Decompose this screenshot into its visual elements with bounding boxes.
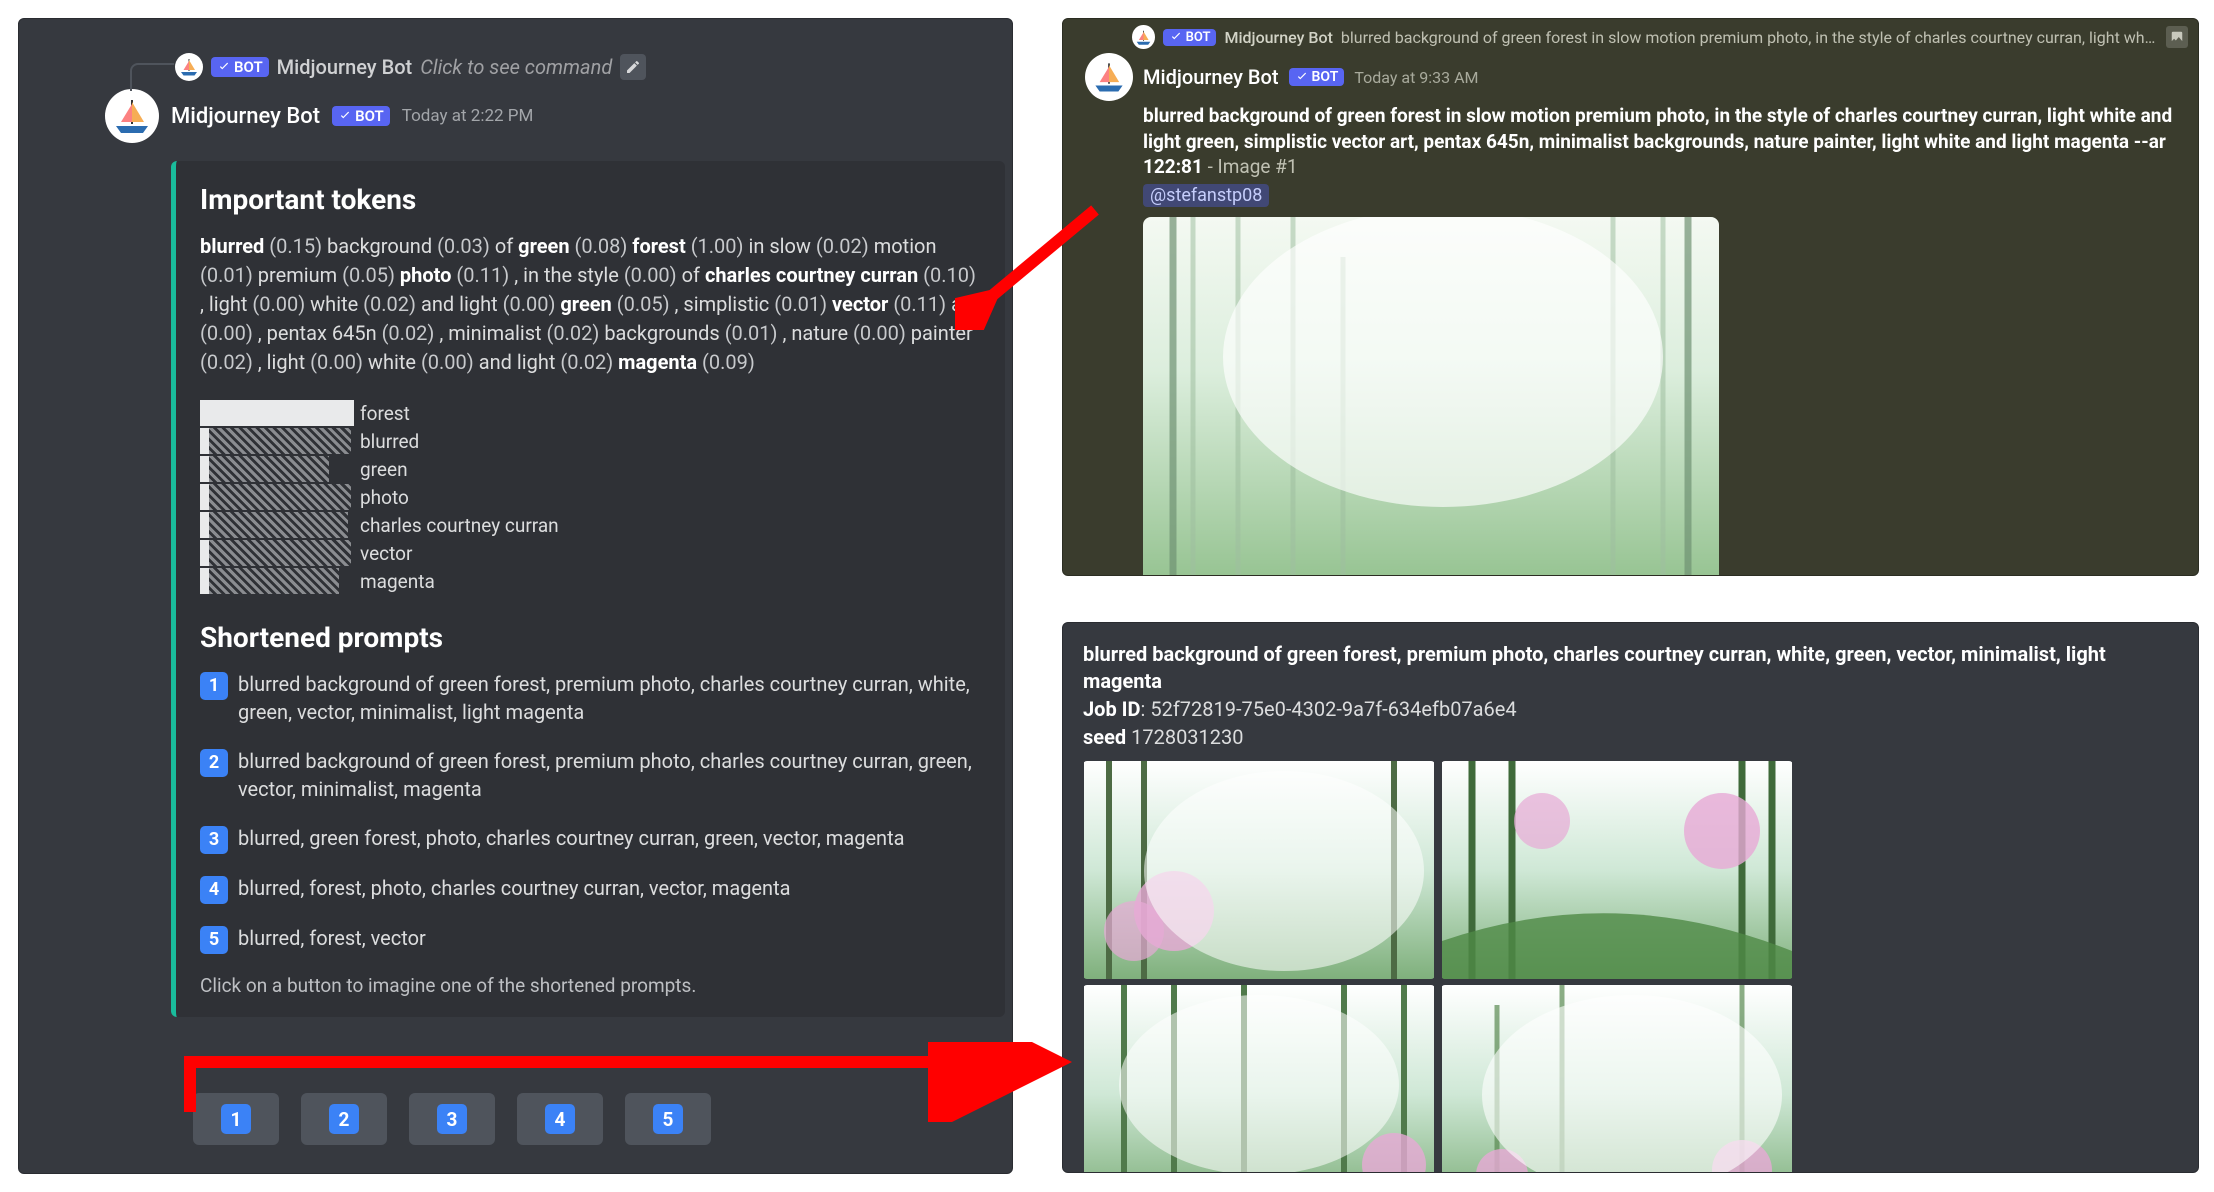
- reply-reference[interactable]: BOT Midjourney Bot Click to see command: [175, 53, 1012, 81]
- generation-prompt: blurred background of green forest in sl…: [1143, 103, 2178, 180]
- discord-message-panel-bottomright: blurred background of green forest, prem…: [1062, 622, 2199, 1173]
- pencil-icon: [625, 59, 641, 75]
- tokens-heading: Important tokens: [200, 183, 981, 216]
- token-bar-row: green: [200, 455, 981, 483]
- token-bar-row: vector: [200, 539, 981, 567]
- reply-command-hint: Click to see command: [420, 55, 612, 79]
- seed-value: 1728031230: [1131, 725, 1243, 749]
- bot-tag: BOT: [1163, 29, 1217, 46]
- reply-reference[interactable]: BOT Midjourney Bot blurred background of…: [1063, 19, 2198, 51]
- edit-icon-button[interactable]: [620, 54, 646, 80]
- prompt-number-badge: 5: [200, 926, 228, 954]
- token-bar-row: charles courtney curran: [200, 511, 981, 539]
- result-prompt: blurred background of green forest, prem…: [1083, 641, 2178, 695]
- shortened-prompt-text: blurred, forest, vector: [238, 924, 426, 952]
- check-icon: [1169, 30, 1183, 44]
- check-icon: [217, 60, 231, 74]
- seed-line: seed 1728031230: [1083, 723, 2178, 751]
- image-attachment-icon: [2166, 26, 2188, 48]
- grid-image-3[interactable]: [1083, 985, 1435, 1173]
- prompt-number-badge: 4: [200, 876, 228, 904]
- bot-tag-text: BOT: [1186, 30, 1211, 45]
- reply-prompt-preview: blurred background of green forest in sl…: [1341, 28, 2158, 47]
- grid-image-1[interactable]: [1083, 761, 1435, 979]
- shortened-prompt-text: blurred, green forest, photo, charles co…: [238, 824, 905, 852]
- shortened-prompt-item: 2 blurred background of green forest, pre…: [200, 747, 981, 804]
- annotation-arrow-bottom: [180, 1042, 1080, 1122]
- reply-author: Midjourney Bot: [1224, 28, 1332, 47]
- message-header: Midjourney Bot BOT Today at 9:33 AM: [1063, 51, 2198, 101]
- message-timestamp: Today at 2:22 PM: [402, 106, 534, 126]
- shortened-prompt-item: 3 blurred, green forest, photo, charles c…: [200, 824, 981, 854]
- discord-message-panel-topright: BOT Midjourney Bot blurred background of…: [1062, 18, 2199, 576]
- message-timestamp: Today at 9:33 AM: [1354, 68, 1478, 87]
- annotation-arrow-top: [955, 200, 1105, 330]
- prompt-suffix: - Image #1: [1203, 155, 1298, 178]
- token-bar-label: photo: [360, 486, 409, 509]
- check-icon: [338, 109, 352, 123]
- bot-tag: BOT: [332, 106, 390, 126]
- button-hint: Click on a button to imagine one of the …: [200, 974, 981, 997]
- message-header: Midjourney Bot BOT Today at 2:22 PM: [105, 89, 1012, 143]
- shortened-prompt-item: 5 blurred, forest, vector: [200, 924, 981, 954]
- token-bar-label: magenta: [360, 570, 435, 593]
- seed-label: seed: [1083, 725, 1126, 749]
- token-weights-paragraph: blurred (0.15) background (0.03) of gree…: [200, 232, 981, 377]
- shortened-prompt-text: blurred, forest, photo, charles courtney…: [238, 874, 791, 902]
- shortened-prompt-list: 1 blurred background of green forest, pre…: [200, 670, 981, 954]
- token-bar-label: charles courtney curran: [360, 514, 559, 537]
- reply-spine: [130, 63, 174, 91]
- shortened-prompt-text: blurred background of green forest, prem…: [238, 670, 981, 727]
- reply-author: Midjourney Bot: [277, 55, 413, 79]
- prompt-number-badge: 1: [200, 672, 228, 700]
- grid-image-4[interactable]: [1441, 985, 1793, 1173]
- author-avatar[interactable]: [1085, 53, 1133, 101]
- discord-message-panel-left: BOT Midjourney Bot Click to see command …: [18, 18, 1013, 1174]
- check-icon: [1295, 70, 1309, 84]
- user-mention[interactable]: @stefanstp08: [1143, 184, 1269, 207]
- bot-tag-text: BOT: [355, 107, 384, 125]
- job-id-line: Job ID: 52f72819-75e0-4302-9a7f-634efb07…: [1083, 695, 2178, 723]
- bot-tag-text: BOT: [234, 58, 263, 76]
- token-bar-label: forest: [360, 402, 410, 425]
- shortened-heading: Shortened prompts: [200, 621, 981, 654]
- shortened-prompt-item: 4 blurred, forest, photo, charles courtne…: [200, 874, 981, 904]
- job-id-label: Job ID: [1083, 697, 1141, 721]
- job-id-value: 52f72819-75e0-4302-9a7f-634efb07a6e4: [1150, 697, 1516, 721]
- prompt-number-badge: 2: [200, 749, 228, 777]
- author-name[interactable]: Midjourney Bot: [171, 104, 320, 129]
- token-bar-row: blurred: [200, 427, 981, 455]
- token-bar-row: photo: [200, 483, 981, 511]
- bot-tag: BOT: [1289, 68, 1345, 86]
- token-bar-label: blurred: [360, 430, 419, 453]
- bot-tag-text: BOT: [1312, 69, 1339, 85]
- embed-card: Important tokens blurred (0.15) backgrou…: [171, 161, 1005, 1017]
- token-bar-label: green: [360, 458, 408, 481]
- token-bar-row: forest: [200, 399, 981, 427]
- token-bar-row: magenta: [200, 567, 981, 595]
- grid-image-2[interactable]: [1441, 761, 1793, 979]
- author-name[interactable]: Midjourney Bot: [1143, 65, 1279, 89]
- token-bar-label: vector: [360, 542, 412, 565]
- generated-image[interactable]: [1143, 217, 1719, 576]
- author-avatar[interactable]: [105, 89, 159, 143]
- prompt-number-badge: 3: [200, 826, 228, 854]
- avatar-tiny: [1132, 25, 1154, 49]
- bot-tag: BOT: [211, 57, 269, 77]
- image-grid[interactable]: [1083, 761, 1793, 1173]
- shortened-prompt-item: 1 blurred background of green forest, pre…: [200, 670, 981, 727]
- avatar-tiny: [175, 53, 203, 81]
- shortened-prompt-text: blurred background of green forest, prem…: [238, 747, 981, 804]
- image-icon: [2170, 30, 2184, 44]
- token-bar-chart: forest blurred green photo charles courtney …: [200, 399, 981, 595]
